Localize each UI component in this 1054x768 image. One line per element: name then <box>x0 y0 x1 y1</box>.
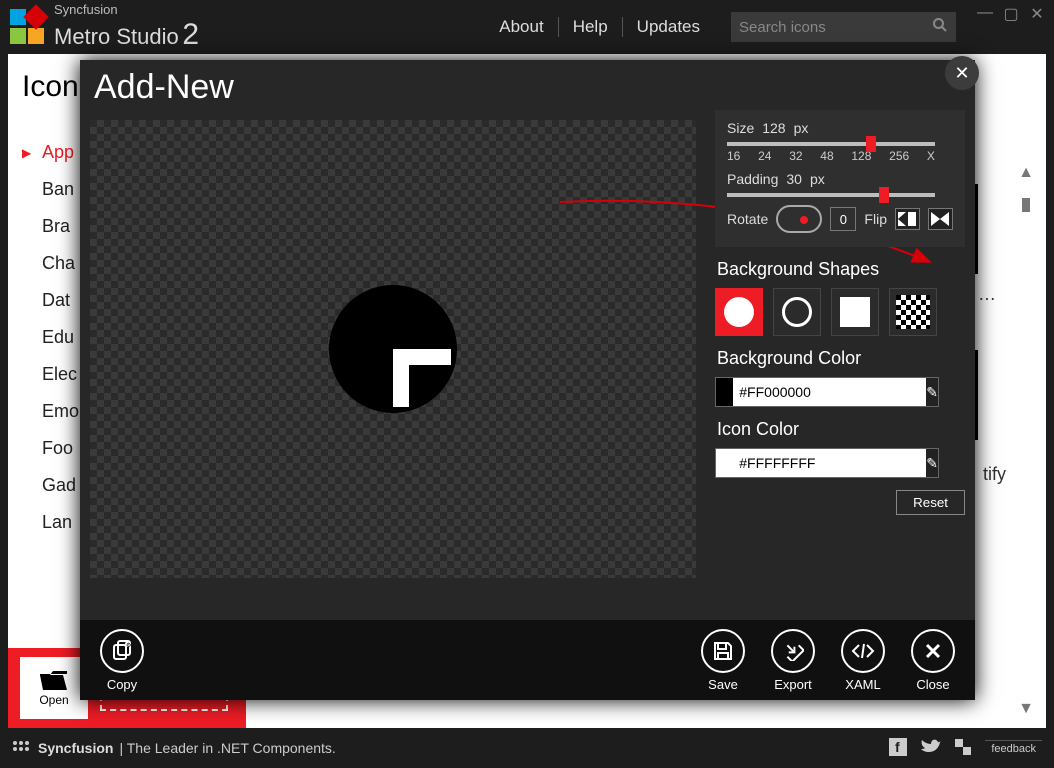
sidebar-item[interactable]: Cha <box>22 245 83 282</box>
padding-unit: px <box>810 171 825 187</box>
save-button[interactable]: Save <box>701 629 745 692</box>
export-icon <box>782 641 804 661</box>
eyedropper-icon[interactable]: ✎ <box>926 449 938 477</box>
sidebar-item[interactable]: Dat <box>22 282 83 319</box>
open-project-button[interactable]: Open <box>20 657 88 719</box>
shape-square[interactable] <box>831 288 879 336</box>
vendor-label: Syncfusion <box>54 3 199 17</box>
window-minimize-icon[interactable]: — <box>976 4 994 24</box>
dialog-close-button[interactable]: ✕ <box>945 56 979 90</box>
partial-label: tify <box>983 464 1006 485</box>
padding-label: Padding <box>727 171 778 187</box>
save-icon <box>713 641 733 661</box>
scroll-down-icon[interactable]: ▼ <box>1018 700 1034 718</box>
shape-none-transparent[interactable] <box>889 288 937 336</box>
folder-open-icon <box>39 669 69 691</box>
sidebar-item[interactable]: Edu <box>22 319 83 356</box>
shape-circle-filled[interactable] <box>715 288 763 336</box>
search-icon[interactable] <box>932 17 948 38</box>
facebook-icon[interactable]: f <box>889 738 907 759</box>
bg-shapes-title: Background Shapes <box>717 259 965 280</box>
close-button[interactable]: Close <box>911 629 955 692</box>
flip-label: Flip <box>864 211 887 227</box>
sidebar-item[interactable]: Ban <box>22 171 83 208</box>
category-sidebar: App Ban Bra Cha Dat Edu Elec Emo Foo Gad… <box>22 134 83 541</box>
window-maximize-icon[interactable]: ▢ <box>1002 4 1020 24</box>
rotate-input[interactable] <box>830 207 856 231</box>
window-close-icon[interactable]: ✕ <box>1028 4 1046 24</box>
size-slider[interactable] <box>727 142 935 146</box>
icon-color-hex-input[interactable] <box>733 449 926 477</box>
shape-circle-outline[interactable] <box>773 288 821 336</box>
app-name: Metro Studio <box>54 24 179 49</box>
code-icon <box>851 643 875 659</box>
padding-slider[interactable] <box>727 193 935 197</box>
copy-icon: ⚙ <box>111 640 133 662</box>
app-version: 2 <box>182 18 199 51</box>
svg-text:⚙: ⚙ <box>126 642 131 649</box>
icon-color-title: Icon Color <box>717 419 965 440</box>
rotate-label: Rotate <box>727 211 768 227</box>
nav-help[interactable]: Help <box>559 17 623 37</box>
copy-button[interactable]: ⚙ Copy <box>100 629 144 692</box>
rotate-dial[interactable] <box>776 205 822 233</box>
twitter-icon[interactable] <box>921 739 941 758</box>
icon-editor-dialog: ✕ Add-New Size 128 px 16 24 32 48 128 25… <box>80 60 975 700</box>
size-label: Size <box>727 120 754 136</box>
flip-vertical-button[interactable] <box>928 208 953 230</box>
nav-about[interactable]: About <box>485 17 558 37</box>
size-unit: px <box>794 120 809 136</box>
nav-updates[interactable]: Updates <box>623 17 714 37</box>
icon-color-swatch[interactable] <box>716 449 733 477</box>
bg-color-title: Background Color <box>717 348 965 369</box>
sidebar-item-app[interactable]: App <box>22 134 83 171</box>
bg-color-picker: ✎ <box>715 377 939 407</box>
sidebar-item[interactable]: Emo <box>22 393 83 430</box>
padding-value: 30 <box>786 171 802 187</box>
bg-color-swatch[interactable] <box>716 378 733 406</box>
bg-color-hex-input[interactable] <box>733 378 926 406</box>
export-button[interactable]: Export <box>771 629 815 692</box>
size-value: 128 <box>762 120 785 136</box>
icon-preview-canvas[interactable] <box>90 120 696 578</box>
dialog-title: Add-New <box>80 60 975 111</box>
footer-brand: Syncfusion <box>12 740 113 756</box>
search-input[interactable] <box>739 19 932 36</box>
scroll-up-icon[interactable]: ▲ <box>1018 164 1034 182</box>
search-box[interactable] <box>731 12 956 42</box>
flip-horizontal-button[interactable] <box>895 208 920 230</box>
reset-button[interactable]: Reset <box>896 490 965 515</box>
sidebar-item[interactable]: Elec <box>22 356 83 393</box>
footer-tagline: | The Leader in .NET Components. <box>119 740 335 756</box>
app-logo: Syncfusion Metro Studio 2 <box>10 3 199 50</box>
delicious-icon[interactable] <box>955 739 971 758</box>
svg-text:f: f <box>895 739 900 755</box>
icon-color-picker: ✎ <box>715 448 939 478</box>
scrollbar[interactable]: ▲ ▼ <box>1016 164 1036 718</box>
sidebar-item[interactable]: Foo <box>22 430 83 467</box>
feedback-link[interactable]: feedback <box>985 740 1042 757</box>
close-icon <box>925 643 941 659</box>
open-label: Open <box>39 693 68 707</box>
sidebar-item[interactable]: Lan <box>22 504 83 541</box>
scroll-thumb[interactable] <box>1022 198 1030 212</box>
sidebar-item[interactable]: Bra <box>22 208 83 245</box>
xaml-button[interactable]: XAML <box>841 629 885 692</box>
preview-shape <box>329 285 457 413</box>
overflow-ellipsis: … <box>978 284 996 305</box>
eyedropper-icon[interactable]: ✎ <box>926 378 938 406</box>
sidebar-item[interactable]: Gad <box>22 467 83 504</box>
